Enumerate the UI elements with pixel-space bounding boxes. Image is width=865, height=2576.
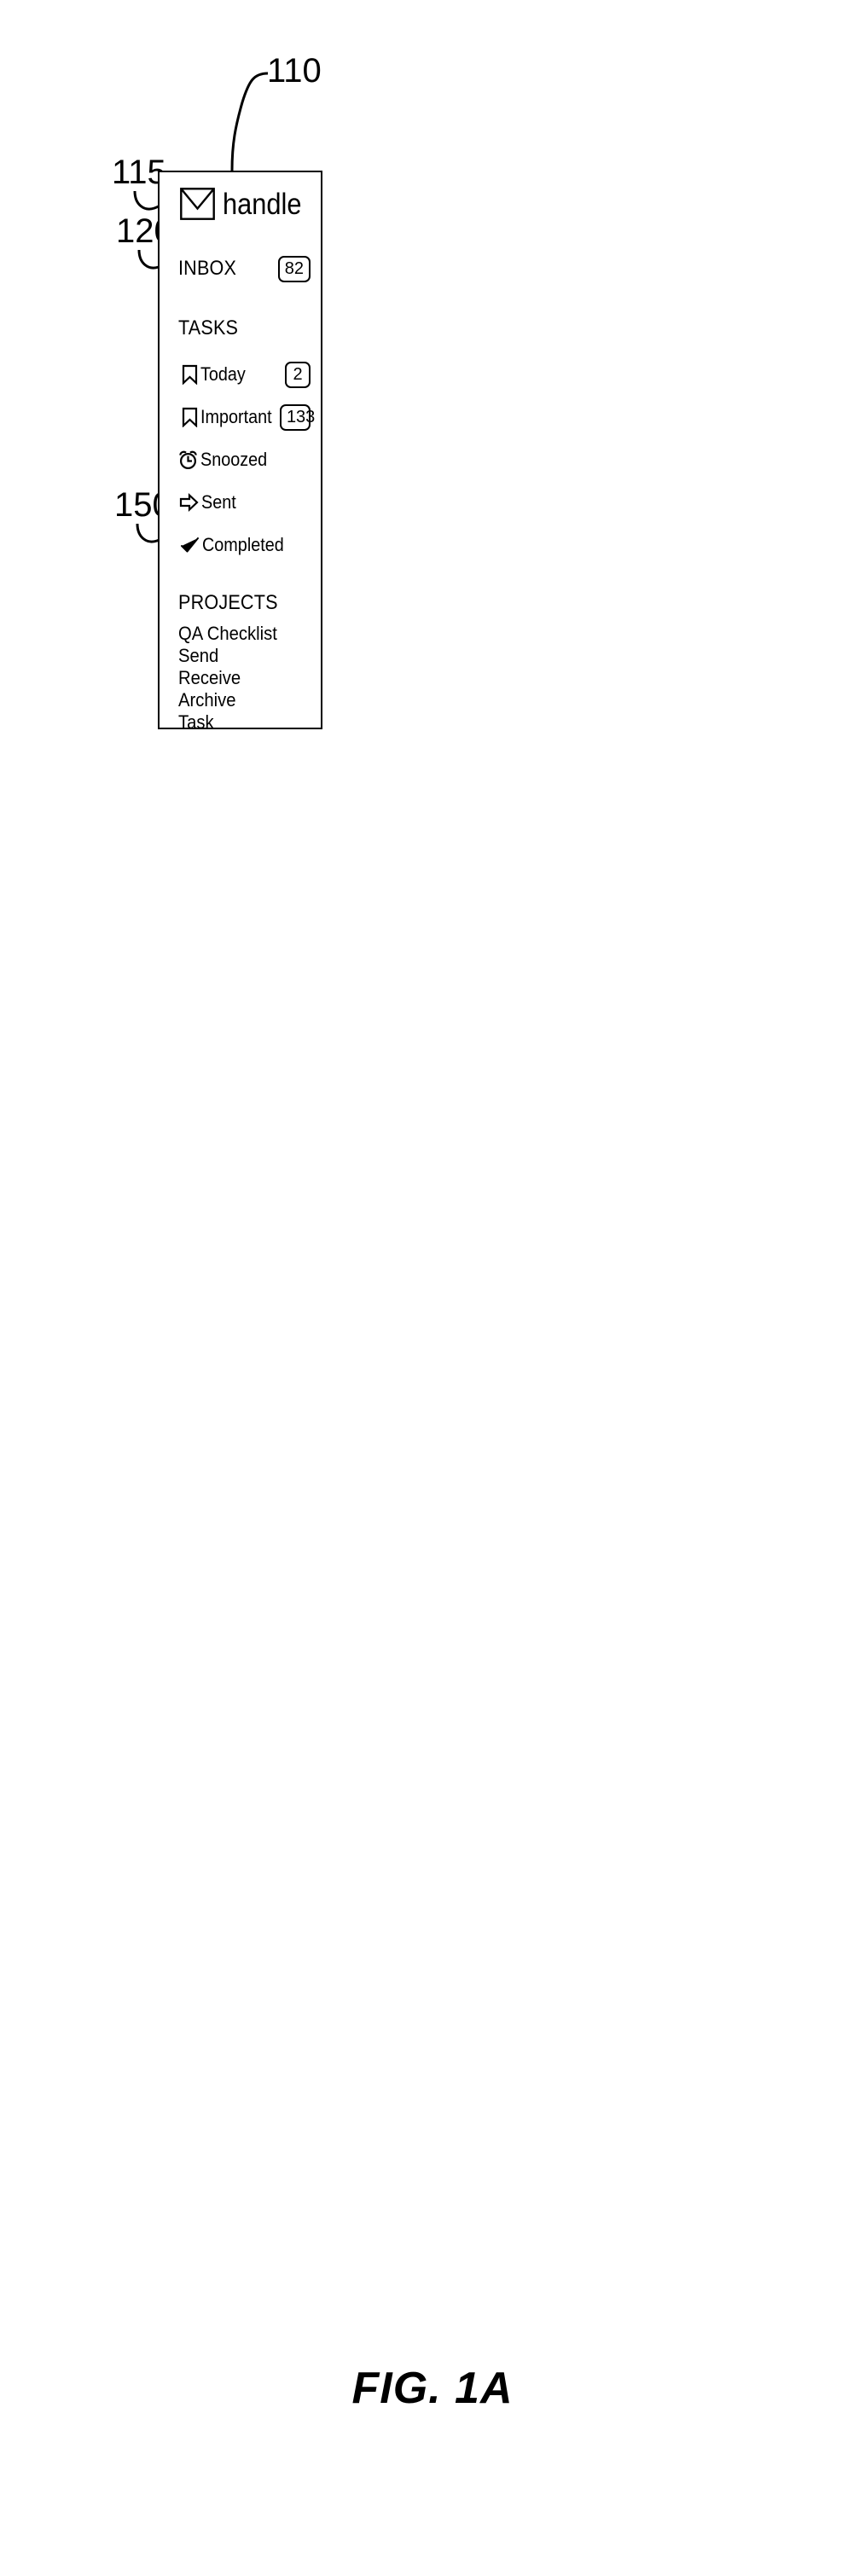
- app-brand: handle: [180, 188, 312, 220]
- leader-line-110: [230, 72, 269, 171]
- project-item[interactable]: QA Checklist: [178, 624, 277, 643]
- inbox-count-badge: 82: [277, 255, 311, 282]
- tasks-item-label: Sent: [201, 491, 236, 513]
- arrow-right-icon: [179, 492, 199, 513]
- tasks-item-completed[interactable]: Completed: [160, 532, 321, 558]
- envelope-icon: [180, 188, 215, 220]
- tasks-item-count-badge: 2: [285, 361, 311, 388]
- tasks-item-label: Today: [200, 363, 246, 385]
- project-item[interactable]: Archive: [178, 691, 235, 710]
- alarm-clock-icon: [179, 450, 197, 469]
- figure-caption: FIG. 1A: [351, 2364, 514, 2413]
- tasks-item-important[interactable]: Important 133: [160, 403, 321, 431]
- project-item[interactable]: Task: [178, 713, 214, 728]
- project-item[interactable]: Receive: [178, 669, 241, 688]
- tasks-item-count-badge: 133: [279, 403, 315, 431]
- bookmark-icon: [182, 364, 198, 385]
- tasks-label: TASKS: [178, 316, 239, 339]
- inbox-row[interactable]: INBOX 82: [160, 255, 321, 282]
- tasks-section-header[interactable]: TASKS: [160, 316, 321, 341]
- tasks-item-sent[interactable]: Sent: [160, 490, 321, 515]
- app-brand-name: handle: [223, 187, 302, 221]
- checkmark-icon: [181, 537, 199, 553]
- inbox-label: INBOX: [178, 257, 237, 280]
- tasks-item-today[interactable]: Today 2: [160, 361, 321, 388]
- tasks-item-snoozed[interactable]: Snoozed: [160, 447, 321, 473]
- projects-label: PROJECTS: [178, 591, 278, 614]
- reference-numeral-110: 110: [267, 52, 322, 90]
- bookmark-icon: [182, 407, 198, 427]
- tasks-item-label: Important: [200, 406, 272, 427]
- project-item[interactable]: Send: [178, 647, 218, 665]
- app-panel: handle INBOX 82 TASKS Today 2 Important …: [158, 171, 322, 729]
- tasks-item-label: Snoozed: [200, 449, 268, 470]
- projects-section-header[interactable]: PROJECTS: [160, 590, 321, 616]
- tasks-item-label: Completed: [202, 534, 284, 555]
